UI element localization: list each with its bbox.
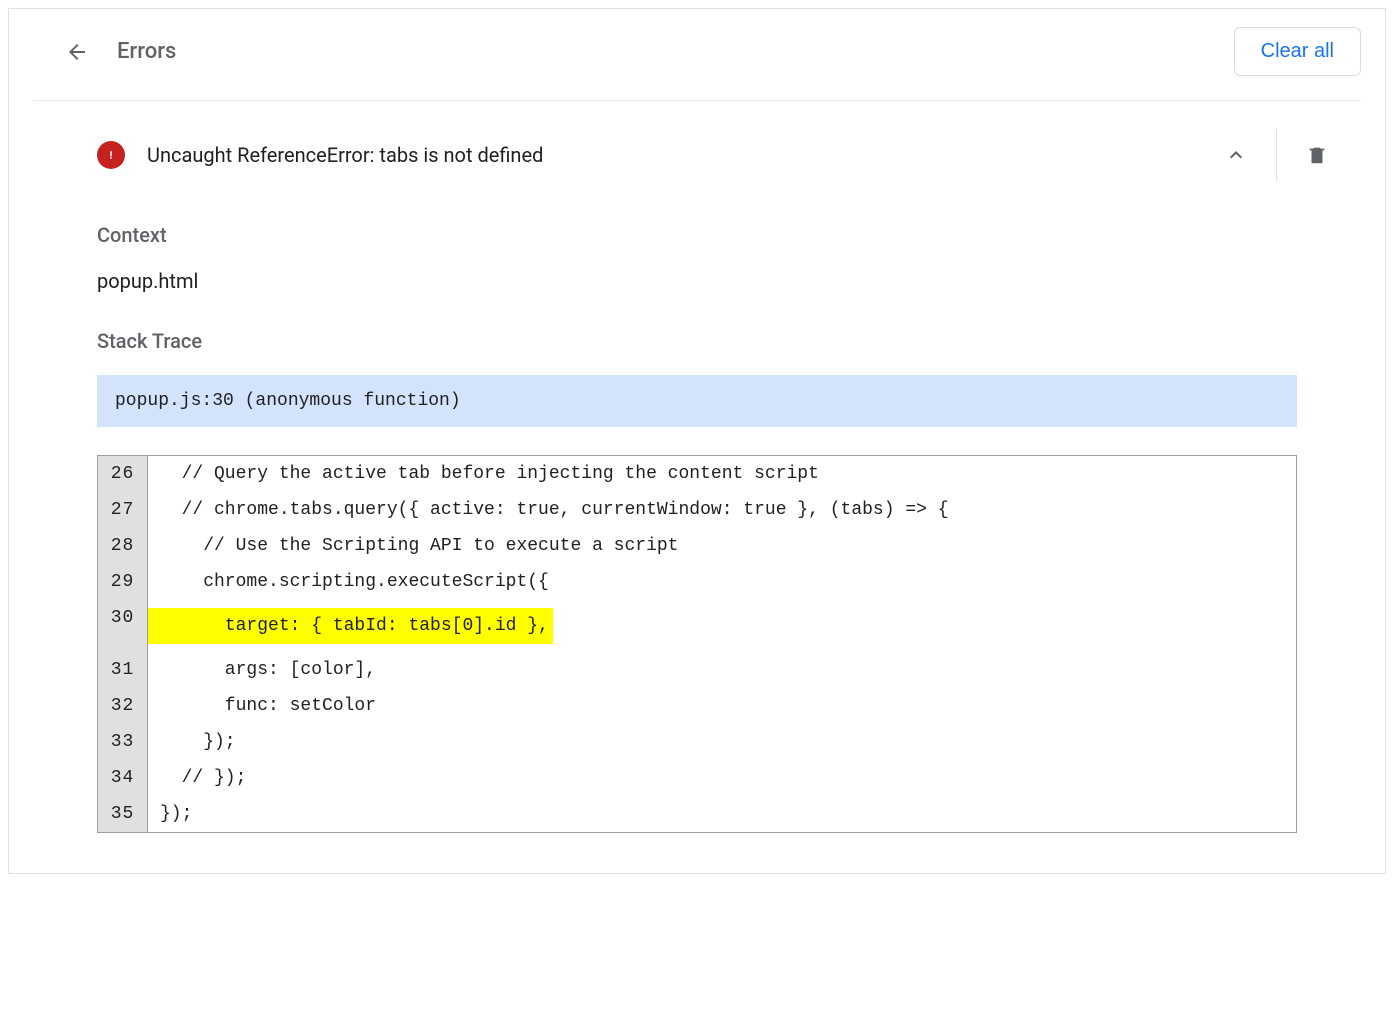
code-line: // chrome.tabs.query({ active: true, cur…: [148, 492, 1296, 528]
line-number: 32: [98, 688, 148, 724]
code-viewer: 26 // Query the active tab before inject…: [97, 455, 1297, 833]
action-divider: [1276, 129, 1277, 181]
line-number: 31: [98, 652, 148, 688]
arrow-left-icon: [65, 40, 89, 64]
error-icon: [97, 141, 125, 169]
code-line: // Use the Scripting API to execute a sc…: [148, 528, 1296, 564]
code-line: target: { tabId: tabs[0].id },: [148, 600, 1296, 652]
line-number: 28: [98, 528, 148, 564]
code-row: 34 // });: [98, 760, 1296, 796]
code-line: func: setColor: [148, 688, 1296, 724]
code-row: 28 // Use the Scripting API to execute a…: [98, 528, 1296, 564]
code-row: 31 args: [color],: [98, 652, 1296, 688]
stack-trace-location[interactable]: popup.js:30 (anonymous function): [97, 375, 1297, 427]
delete-button[interactable]: [1289, 127, 1345, 183]
line-number: 29: [98, 564, 148, 600]
line-number: 33: [98, 724, 148, 760]
back-button[interactable]: [65, 40, 89, 64]
collapse-button[interactable]: [1208, 127, 1264, 183]
clear-all-button[interactable]: Clear all: [1234, 27, 1361, 76]
errors-panel: Errors Clear all Uncaught ReferenceError…: [8, 8, 1386, 874]
line-number: 26: [98, 456, 148, 492]
code-line: args: [color],: [148, 652, 1296, 688]
line-number: 27: [98, 492, 148, 528]
error-actions: [1208, 127, 1385, 183]
code-line: });: [148, 724, 1296, 760]
error-header: Uncaught ReferenceError: tabs is not def…: [9, 127, 1385, 183]
code-line: // });: [148, 760, 1296, 796]
code-row: 32 func: setColor: [98, 688, 1296, 724]
line-number: 35: [98, 796, 148, 832]
header-left: Errors: [65, 39, 176, 64]
line-number: 30: [98, 600, 148, 652]
stack-trace-label: Stack Trace: [97, 329, 1297, 353]
chevron-up-icon: [1224, 143, 1248, 167]
error-details: Context popup.html Stack Trace popup.js:…: [9, 223, 1385, 873]
context-value: popup.html: [97, 269, 1297, 293]
highlighted-code: target: { tabId: tabs[0].id },: [148, 608, 553, 644]
error-message: Uncaught ReferenceError: tabs is not def…: [147, 143, 1208, 167]
context-label: Context: [97, 223, 1297, 247]
page-title: Errors: [117, 39, 176, 64]
header: Errors Clear all: [9, 9, 1385, 100]
code-line: // Query the active tab before injecting…: [148, 456, 1296, 492]
trash-icon: [1306, 144, 1328, 166]
code-line: chrome.scripting.executeScript({: [148, 564, 1296, 600]
code-row: 26 // Query the active tab before inject…: [98, 456, 1296, 492]
line-number: 34: [98, 760, 148, 796]
code-row: 33 });: [98, 724, 1296, 760]
code-row: 30 target: { tabId: tabs[0].id },: [98, 600, 1296, 652]
code-row: 35});: [98, 796, 1296, 832]
code-line: });: [148, 796, 1296, 832]
divider: [33, 100, 1361, 101]
code-row: 29 chrome.scripting.executeScript({: [98, 564, 1296, 600]
code-row: 27 // chrome.tabs.query({ active: true, …: [98, 492, 1296, 528]
